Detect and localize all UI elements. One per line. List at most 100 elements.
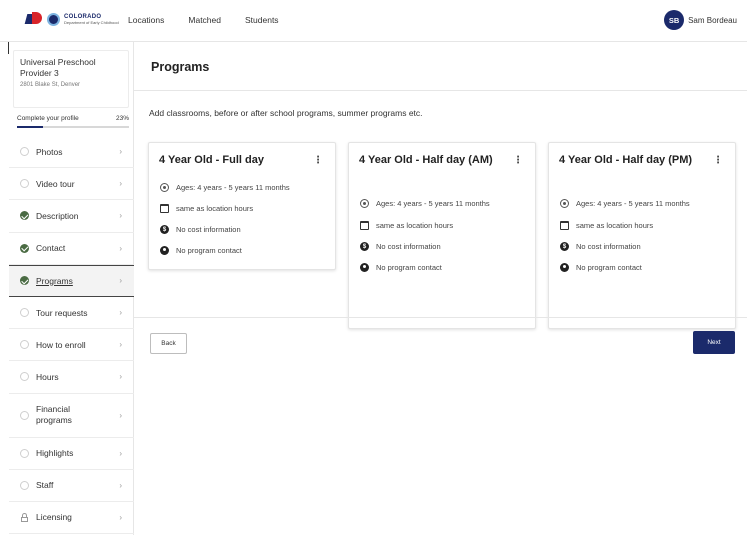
profile-progress-fill — [17, 126, 43, 128]
program-ages: Ages: 4 years - 5 years 11 months — [360, 199, 490, 208]
provider-name: Universal Preschool Provider 3 — [20, 57, 96, 79]
eye-icon — [160, 183, 169, 192]
profile-progress: Complete your profile 23% — [17, 115, 129, 122]
provider-address: 2801 Blake St, Denver — [20, 82, 81, 89]
sidebar-item-financial-programs[interactable]: Financial programs › — [9, 394, 134, 438]
divider — [134, 317, 747, 318]
sidebar-item-contact[interactable]: Contact › — [9, 233, 134, 265]
sidebar-item-label: Contact — [36, 243, 66, 254]
chevron-right-icon: › — [119, 243, 122, 253]
program-card-title: 4 Year Old - Half day (AM) — [359, 154, 493, 166]
program-contact: No program contact — [160, 246, 242, 255]
calendar-icon — [160, 204, 169, 213]
chevron-right-icon: › — [119, 410, 122, 420]
chevron-right-icon: › — [119, 340, 122, 350]
chevron-right-icon: › — [119, 147, 122, 157]
incomplete-circle-icon — [20, 372, 29, 382]
sidebar-item-label: Description — [36, 210, 79, 221]
lock-icon — [20, 512, 29, 522]
sidebar-item-photos[interactable]: Photos › — [9, 136, 134, 169]
avatar[interactable]: SB — [664, 10, 685, 30]
chevron-right-icon: › — [119, 308, 122, 318]
chevron-right-icon: › — [119, 372, 122, 382]
page-title: Programs — [151, 60, 210, 74]
dollar-icon: $ — [560, 242, 569, 251]
check-circle-icon — [20, 211, 29, 221]
program-hours: same as location hours — [360, 221, 453, 230]
sidebar-item-label: Staff — [36, 480, 54, 491]
program-hours: same as location hours — [560, 221, 653, 230]
kebab-menu-icon[interactable]: ⋮ — [513, 155, 523, 166]
chevron-right-icon: › — [119, 512, 122, 522]
program-card-half-day-pm[interactable]: 4 Year Old - Half day (PM) ⋮ Ages: 4 yea… — [548, 142, 736, 329]
profile-progress-label: Complete your profile — [17, 115, 79, 122]
incomplete-circle-icon — [20, 448, 29, 458]
sidebar-item-label: Financial programs — [36, 403, 72, 425]
sidebar-item-how-to-enroll[interactable]: How to enroll › — [9, 329, 134, 362]
top-bar: COLORADO Department of Early Childhood L… — [0, 0, 747, 42]
logo-subtitle: Department of Early Childhood — [64, 19, 119, 25]
person-icon — [160, 246, 169, 255]
sidebar-item-highlights[interactable]: Highlights › — [9, 438, 134, 470]
chevron-right-icon: › — [119, 276, 122, 286]
program-cost: $ No cost information — [360, 242, 441, 251]
colorado-logo-icon — [24, 12, 44, 26]
sidebar-item-programs[interactable]: Programs › — [9, 264, 134, 297]
sidebar: Universal Preschool Provider 3 2801 Blak… — [8, 42, 134, 535]
sidebar-item-description[interactable]: Description › — [9, 200, 134, 233]
sidebar-item-label: Photos — [36, 146, 63, 157]
nav-locations[interactable]: Locations — [128, 15, 164, 25]
back-button[interactable]: Back — [150, 333, 187, 354]
sidebar-item-hours[interactable]: Hours › — [9, 361, 134, 394]
incomplete-circle-icon — [20, 179, 29, 189]
divider — [134, 90, 747, 91]
program-cost: $ No cost information — [560, 242, 641, 251]
sidebar-item-video-tour[interactable]: Video tour › — [9, 168, 134, 201]
user-name[interactable]: Sam Bordeau — [688, 16, 737, 25]
calendar-icon — [560, 221, 569, 230]
calendar-icon — [360, 221, 369, 230]
program-contact: No program contact — [360, 263, 442, 272]
main-nav: Locations Matched Students — [128, 15, 303, 25]
incomplete-circle-icon — [20, 480, 29, 490]
eye-icon — [560, 199, 569, 208]
check-circle-icon — [20, 243, 29, 253]
kebab-menu-icon[interactable]: ⋮ — [313, 155, 323, 166]
user-menu[interactable]: SB Sam Bordeau — [664, 10, 737, 30]
main-content: Programs Add classrooms, before or after… — [134, 42, 747, 535]
sidebar-item-label: How to enroll — [36, 339, 86, 350]
nav-students[interactable]: Students — [245, 15, 279, 25]
sidebar-item-label: Hours — [36, 371, 59, 382]
program-card-title: 4 Year Old - Half day (PM) — [559, 154, 693, 166]
colorado-logo[interactable]: COLORADO Department of Early Childhood — [24, 12, 119, 26]
incomplete-circle-icon — [20, 410, 29, 420]
dollar-icon: $ — [160, 225, 169, 234]
chevron-right-icon: › — [119, 211, 122, 221]
dollar-icon: $ — [360, 242, 369, 251]
sidebar-item-label: Tour requests — [36, 307, 88, 318]
sidebar-item-licensing[interactable]: Licensing › — [9, 502, 134, 535]
sidebar-item-label: Video tour — [36, 178, 75, 189]
sidebar-item-label: Programs — [36, 275, 73, 286]
sidebar-item-label: Highlights — [36, 448, 74, 459]
incomplete-circle-icon — [20, 308, 29, 318]
chevron-right-icon: › — [119, 448, 122, 458]
program-card-title: 4 Year Old - Full day — [159, 154, 264, 166]
next-button[interactable]: Next — [693, 331, 735, 354]
page-intro: Add classrooms, before or after school p… — [149, 108, 423, 118]
program-contact: No program contact — [560, 263, 642, 272]
program-cost: $ No cost information — [160, 225, 241, 234]
program-card-half-day-am[interactable]: 4 Year Old - Half day (AM) ⋮ Ages: 4 yea… — [348, 142, 536, 329]
incomplete-circle-icon — [20, 147, 29, 157]
kebab-menu-icon[interactable]: ⋮ — [713, 155, 723, 166]
provider-card: Universal Preschool Provider 3 2801 Blak… — [13, 50, 129, 108]
eye-icon — [360, 199, 369, 208]
program-ages: Ages: 4 years - 5 years 11 months — [560, 199, 690, 208]
program-card-full-day[interactable]: 4 Year Old - Full day ⋮ Ages: 4 years - … — [148, 142, 336, 270]
sidebar-item-staff[interactable]: Staff › — [9, 470, 134, 502]
colorado-seal-icon — [47, 12, 60, 26]
logo-title: COLORADO — [64, 13, 102, 20]
nav-matched[interactable]: Matched — [188, 15, 221, 25]
sidebar-item-label: Licensing — [36, 512, 72, 523]
sidebar-item-tour-requests[interactable]: Tour requests › — [9, 297, 134, 330]
